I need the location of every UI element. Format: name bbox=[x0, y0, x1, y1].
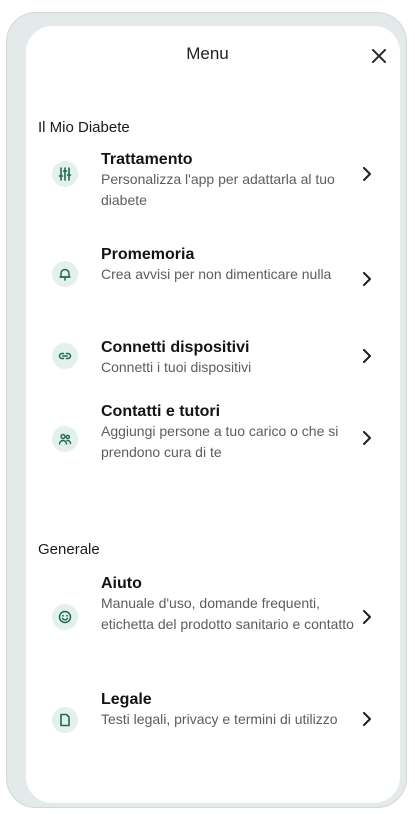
settings-sliders-icon bbox=[52, 161, 78, 187]
close-icon bbox=[372, 49, 386, 63]
menu-item-description: Manuale d'uso, domande frequenti, etiche… bbox=[101, 595, 354, 632]
menu-item-title: Trattamento bbox=[101, 151, 193, 168]
menu-item-description: Personalizza l'app per adattarla al tuo … bbox=[101, 171, 335, 208]
chevron-right-icon bbox=[358, 165, 376, 183]
menu-item-legale[interactable]: Legale Testi legali, privacy e termini d… bbox=[38, 690, 390, 752]
menu-item-trattamento[interactable]: Trattamento Personalizza l'app per adatt… bbox=[38, 150, 390, 212]
menu-item-title: Connetti dispositivi bbox=[101, 339, 250, 356]
people-icon bbox=[52, 426, 78, 452]
menu-item-description: Connetti i tuoi dispositivi bbox=[101, 359, 252, 375]
menu-item-description: Crea avvisi per non dimenticare nulla bbox=[101, 266, 332, 282]
menu-item-promemoria[interactable]: Promemoria Crea avvisi per non dimentica… bbox=[38, 245, 390, 307]
chevron-right-icon bbox=[358, 710, 376, 728]
menu-item-contatti-tutori[interactable]: Contatti e tutori Aggiungi persone a tuo… bbox=[38, 402, 390, 464]
menu-item-description: Aggiungi persone a tuo carico o che si p… bbox=[101, 423, 339, 460]
menu-item-title: Contatti e tutori bbox=[101, 403, 221, 420]
menu-item-description: Testi legali, privacy e termini di utili… bbox=[101, 711, 338, 727]
chevron-right-icon bbox=[358, 270, 376, 288]
chevron-right-icon bbox=[358, 347, 376, 365]
chevron-right-icon bbox=[358, 608, 376, 626]
section-title-generale: Generale bbox=[38, 541, 100, 558]
page-title: Menu bbox=[186, 44, 229, 63]
bell-icon bbox=[52, 261, 78, 287]
close-button[interactable] bbox=[366, 43, 392, 69]
smiley-icon bbox=[52, 604, 78, 630]
menu-item-connetti-dispositivi[interactable]: Connetti dispositivi Connetti i tuoi dis… bbox=[38, 338, 390, 378]
menu-item-title: Promemoria bbox=[101, 246, 195, 263]
menu-item-title: Legale bbox=[101, 691, 152, 708]
chevron-right-icon bbox=[358, 429, 376, 447]
menu-item-title: Aiuto bbox=[101, 575, 142, 592]
link-icon bbox=[52, 343, 78, 369]
section-title-mio-diabete: Il Mio Diabete bbox=[38, 119, 130, 136]
menu-item-aiuto[interactable]: Aiuto Manuale d'uso, domande frequenti, … bbox=[38, 574, 390, 658]
document-icon bbox=[52, 707, 78, 733]
